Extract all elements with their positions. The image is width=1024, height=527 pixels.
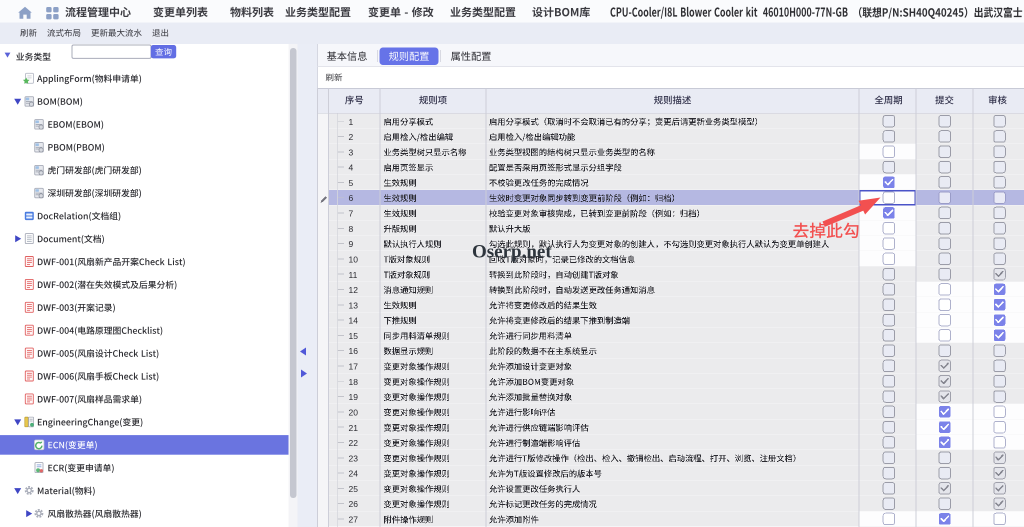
svg-text:4: 4 xyxy=(349,163,354,173)
svg-text:15: 15 xyxy=(349,331,359,341)
svg-text:14: 14 xyxy=(349,316,359,326)
svg-text:9: 9 xyxy=(349,239,354,249)
svg-text:7: 7 xyxy=(349,209,354,219)
svg-text:8: 8 xyxy=(349,224,354,234)
svg-text:21: 21 xyxy=(349,423,359,433)
svg-text:17: 17 xyxy=(349,362,359,372)
svg-text:27: 27 xyxy=(349,515,359,525)
svg-text:23: 23 xyxy=(349,453,359,463)
svg-text:3: 3 xyxy=(349,147,354,157)
svg-text:5: 5 xyxy=(349,178,354,188)
svg-text:22: 22 xyxy=(349,438,359,448)
svg-text:Oserp.net: Oserp.net xyxy=(472,242,552,263)
svg-text:20: 20 xyxy=(349,407,359,417)
svg-text:10: 10 xyxy=(349,255,359,265)
svg-text:13: 13 xyxy=(349,300,359,310)
svg-text:6: 6 xyxy=(349,193,354,203)
svg-text:11: 11 xyxy=(349,270,358,280)
svg-text:25: 25 xyxy=(349,484,359,494)
svg-text:26: 26 xyxy=(349,499,359,509)
svg-text:2: 2 xyxy=(349,132,354,142)
svg-text:18: 18 xyxy=(349,377,359,387)
svg-text:19: 19 xyxy=(349,392,359,402)
svg-text:24: 24 xyxy=(349,469,359,479)
svg-text:12: 12 xyxy=(349,285,359,295)
svg-text:16: 16 xyxy=(349,346,359,356)
svg-text:1: 1 xyxy=(349,117,354,127)
